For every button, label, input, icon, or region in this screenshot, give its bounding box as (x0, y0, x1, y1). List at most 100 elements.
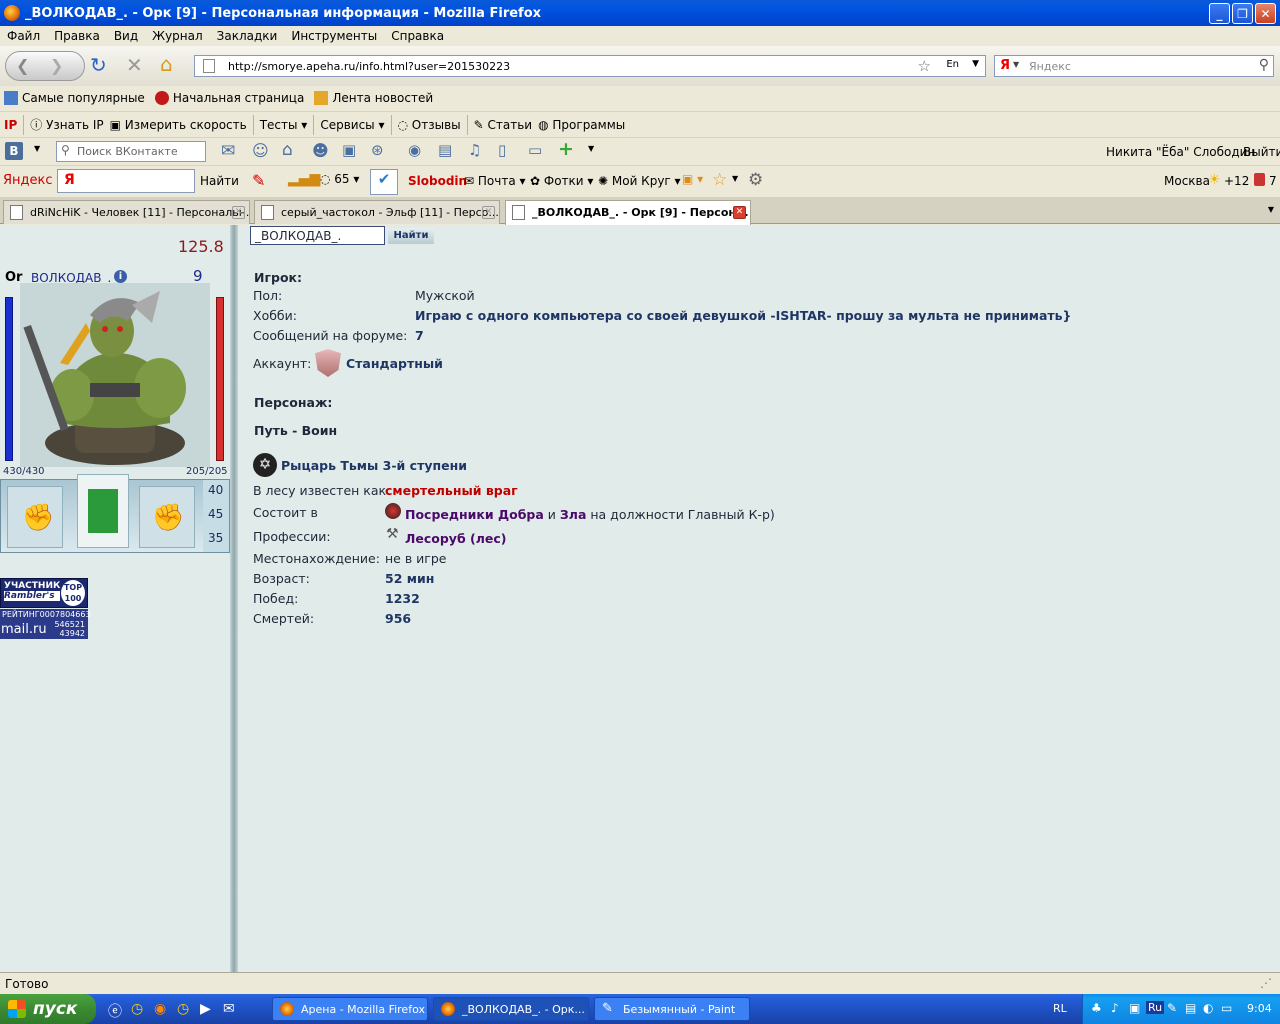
photo-icon[interactable]: ▣ (342, 141, 356, 159)
clock-icon[interactable]: ◷ (177, 1001, 189, 1017)
yandex-find-button[interactable]: Найти (200, 174, 239, 188)
star-icon[interactable]: ☆ (918, 57, 931, 75)
menu-tools[interactable]: Инструменты (291, 29, 377, 43)
vk-user-name[interactable]: Никита "Ёба" Слободин (1106, 145, 1255, 159)
panel-divider[interactable] (230, 225, 238, 972)
search-input[interactable]: Я ▼ Яндекс ⚲ (994, 55, 1274, 77)
vk-logout-link[interactable]: Выйти (1243, 145, 1280, 159)
mailru-banner[interactable]: РЕЙТИНГ0007804663 mail.ru 546521 43942 (0, 609, 91, 639)
friends-icon[interactable]: ☻ (312, 141, 329, 160)
messenger-icon[interactable]: ✉ (223, 1001, 235, 1017)
gear-icon[interactable]: ⚙ (748, 170, 763, 190)
rambler-banner[interactable]: УЧАСТНИК Rambler's TOP 100 (0, 578, 88, 608)
tests-menu[interactable]: Тесты ▾ (260, 118, 308, 132)
know-ip-button[interactable]: ⓘ Узнать IP (30, 116, 103, 133)
speaker-icon[interactable]: ♪ (1111, 1001, 1119, 1015)
close-icon[interactable]: ✕ (232, 206, 245, 219)
media-icon[interactable]: ▶ (200, 1001, 211, 1017)
pen-icon[interactable]: ✎ (1167, 1001, 1177, 1015)
note-icon[interactable]: ▯ (498, 141, 506, 159)
clan-link-evil[interactable]: Зла (560, 507, 586, 522)
resize-grip-icon[interactable]: ⋰ (1260, 976, 1272, 990)
menu-bookmarks[interactable]: Закладки (217, 29, 278, 43)
menu-help[interactable]: Справка (391, 29, 444, 43)
book-icon[interactable]: ▤ (438, 141, 452, 159)
settings-icon[interactable]: ⊛ (371, 141, 384, 159)
info-icon[interactable]: i (114, 270, 127, 283)
tray-globe-icon[interactable]: ◐ (1203, 1001, 1213, 1015)
person-icon[interactable]: ☺ (252, 141, 269, 160)
bookmark-news[interactable]: Лента новостей (314, 91, 433, 105)
player-search-input[interactable]: _ВОЛКОДАВ_. (250, 226, 385, 245)
favorites-star-icon[interactable]: ☆ (712, 170, 727, 190)
vk-logo[interactable]: B (5, 142, 23, 160)
yandex-logo[interactable]: Яндекс ▾ (3, 173, 63, 188)
stop-icon[interactable]: ✕ (126, 53, 143, 77)
back-icon[interactable]: ❮ (16, 56, 29, 75)
profession-value[interactable]: Лесоруб (лес) (405, 531, 507, 546)
dropdown-icon[interactable]: ▼ (972, 59, 979, 69)
menu-history[interactable]: Журнал (152, 29, 203, 43)
comments-counter[interactable]: ◌ 65 ▾ (320, 172, 359, 186)
close-icon[interactable]: ✕ (733, 206, 746, 219)
folder-icon[interactable]: ▭ (528, 141, 542, 159)
menu-view[interactable]: Вид (114, 29, 138, 43)
firefox-quick-icon[interactable]: ◉ (154, 1001, 166, 1017)
url-bar[interactable]: http://smorye.apeha.ru/info.html?user=20… (194, 55, 986, 77)
forward-icon[interactable]: ❯ (50, 56, 63, 75)
armor-slot[interactable] (77, 474, 129, 548)
plus-icon[interactable]: + (558, 138, 574, 160)
bookmark-popular[interactable]: Самые популярные (4, 91, 145, 105)
start-button[interactable]: пуск (0, 994, 96, 1024)
yandex-circle[interactable]: ✺ Мой Круг ▾ (598, 174, 681, 188)
services-menu[interactable]: Сервисы ▾ (320, 118, 384, 132)
tab-volkodav[interactable]: _ВОЛКОДАВ_. - Орк [9] - Персон... ✕ (505, 200, 751, 225)
signal-icon[interactable]: ▂▄▆ (288, 171, 320, 187)
tray-app-icon[interactable]: ♣ (1091, 1001, 1102, 1015)
task-volkodav[interactable]: _ВОЛКОДАВ_. - Орк... (433, 997, 589, 1021)
network-icon[interactable]: ▤ (1185, 1001, 1196, 1015)
right-hand-slot[interactable]: ✊ (139, 486, 195, 548)
home-icon[interactable]: ⌂ (160, 52, 173, 76)
music-icon[interactable]: ♫ (468, 141, 481, 159)
tab-seryi[interactable]: серый_частокол - Эльф [11] - Персо... ✕ (254, 200, 500, 224)
chat-icon[interactable]: ◉ (408, 141, 421, 159)
find-button[interactable]: Найти (388, 228, 434, 244)
menu-file[interactable]: Файл (7, 29, 40, 43)
tray-window-icon[interactable]: ▣ (1129, 1001, 1140, 1015)
bag-icon[interactable]: ▣ ▾ (682, 172, 703, 186)
yandex-photos[interactable]: ✿ Фотки ▾ (530, 174, 593, 188)
language-indicator[interactable]: RL (1053, 1002, 1067, 1015)
tray-monitor-icon[interactable]: ▭ (1221, 1001, 1232, 1015)
left-hand-slot[interactable]: ✊ (7, 486, 63, 548)
task-arena[interactable]: Арена - Mozilla Firefox (272, 997, 428, 1021)
clan-link-good[interactable]: Посредники Добра (405, 507, 544, 522)
reload-icon[interactable]: ↻ (90, 53, 107, 77)
yandex-search-input[interactable]: Я (57, 169, 195, 193)
pencil-icon[interactable]: ✎ (252, 171, 265, 190)
menu-edit[interactable]: Правка (54, 29, 100, 43)
programs-button[interactable]: ◍ Программы (538, 118, 625, 132)
spellcheck-icon[interactable]: ✔ (370, 169, 398, 195)
task-paint[interactable]: ✎ Безымянный - Paint (594, 997, 750, 1021)
tab-drinchik[interactable]: dRiNcHiK - Человек [11] - Персональн... … (3, 200, 250, 224)
close-button[interactable]: ✕ (1255, 3, 1276, 24)
vk-search-input[interactable]: ⚲ Поиск ВКонтакте (56, 141, 206, 162)
yandex-mail[interactable]: ✉ Почта ▾ (464, 174, 526, 188)
minimize-button[interactable]: _ (1209, 3, 1230, 24)
maximize-button[interactable]: ❐ (1232, 3, 1253, 24)
tab-list-icon[interactable]: ▼ (1268, 205, 1274, 214)
speed-button[interactable]: ▣ Измерить скорость (110, 118, 247, 132)
reviews-button[interactable]: ◌ Отзывы (398, 118, 461, 132)
clock-icon[interactable]: ◷ (131, 1001, 143, 1017)
chevron-down-icon[interactable]: ▼ (732, 174, 738, 183)
chevron-down-icon[interactable]: ▼ (1013, 60, 1019, 69)
chevron-down-icon[interactable]: ▼ (34, 144, 40, 153)
close-icon[interactable]: ✕ (482, 206, 495, 219)
articles-button[interactable]: ✎ Статьи (474, 118, 532, 132)
bookmark-home[interactable]: Начальная страница (154, 91, 304, 105)
magnifier-icon[interactable]: ⚲ (1259, 57, 1269, 73)
yandex-user[interactable]: Slobodin (408, 174, 467, 188)
home-icon[interactable]: ⌂ (282, 140, 293, 160)
tray-lang[interactable]: Ru (1146, 1001, 1165, 1014)
